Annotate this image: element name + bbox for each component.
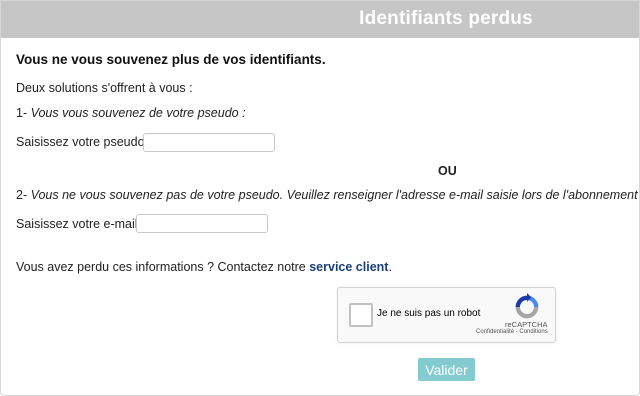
email-label: Saisissez votre e-mail :	[16, 217, 145, 231]
recaptcha-label: Je ne suis pas un robot	[377, 308, 481, 319]
recaptcha-terms: Confidentialité - Conditions	[476, 329, 548, 335]
panel-header: Identifiants perdus	[1, 1, 639, 38]
pseudo-input[interactable]	[143, 133, 275, 152]
contact-info-suffix: .	[388, 260, 392, 274]
email-input[interactable]	[136, 214, 268, 233]
lost-credentials-panel: Identifiants perdus Vous ne vous souvene…	[0, 0, 640, 396]
option-1-text: Vous vous souvenez de votre pseudo :	[30, 106, 246, 120]
intro-text: Deux solutions s'offrent à vous :	[16, 81, 193, 95]
contact-info: Vous avez perdu ces informations ? Conta…	[16, 260, 392, 274]
recaptcha-widget: Je ne suis pas un robot reCAPTCHA Confid…	[337, 287, 556, 343]
recaptcha-logo-icon	[515, 293, 539, 319]
option-2: 2- Vous ne vous souvenez pas de votre ps…	[16, 188, 640, 202]
option-1-number: 1-	[16, 106, 28, 120]
submit-button[interactable]: Valider	[418, 358, 475, 381]
page-title: Identifiants perdus	[359, 8, 533, 29]
or-separator: OU	[438, 164, 457, 178]
recaptcha-checkbox[interactable]	[349, 303, 373, 327]
recaptcha-privacy-link[interactable]: Confidentialité	[476, 329, 514, 335]
option-2-number: 2-	[16, 188, 28, 202]
option-2-text: Vous ne vous souvenez pas de votre pseud…	[30, 188, 640, 202]
contact-info-text: Vous avez perdu ces informations ? Conta…	[16, 260, 306, 274]
service-client-link[interactable]: service client	[309, 260, 388, 274]
recaptcha-brand: reCAPTCHA	[505, 320, 548, 329]
recaptcha-conditions-link[interactable]: Conditions	[519, 329, 547, 335]
pseudo-label: Saisissez votre pseudo :	[16, 135, 152, 149]
option-1: 1- Vous vous souvenez de votre pseudo :	[16, 106, 246, 120]
section-heading: Vous ne vous souvenez plus de vos identi…	[16, 52, 326, 67]
